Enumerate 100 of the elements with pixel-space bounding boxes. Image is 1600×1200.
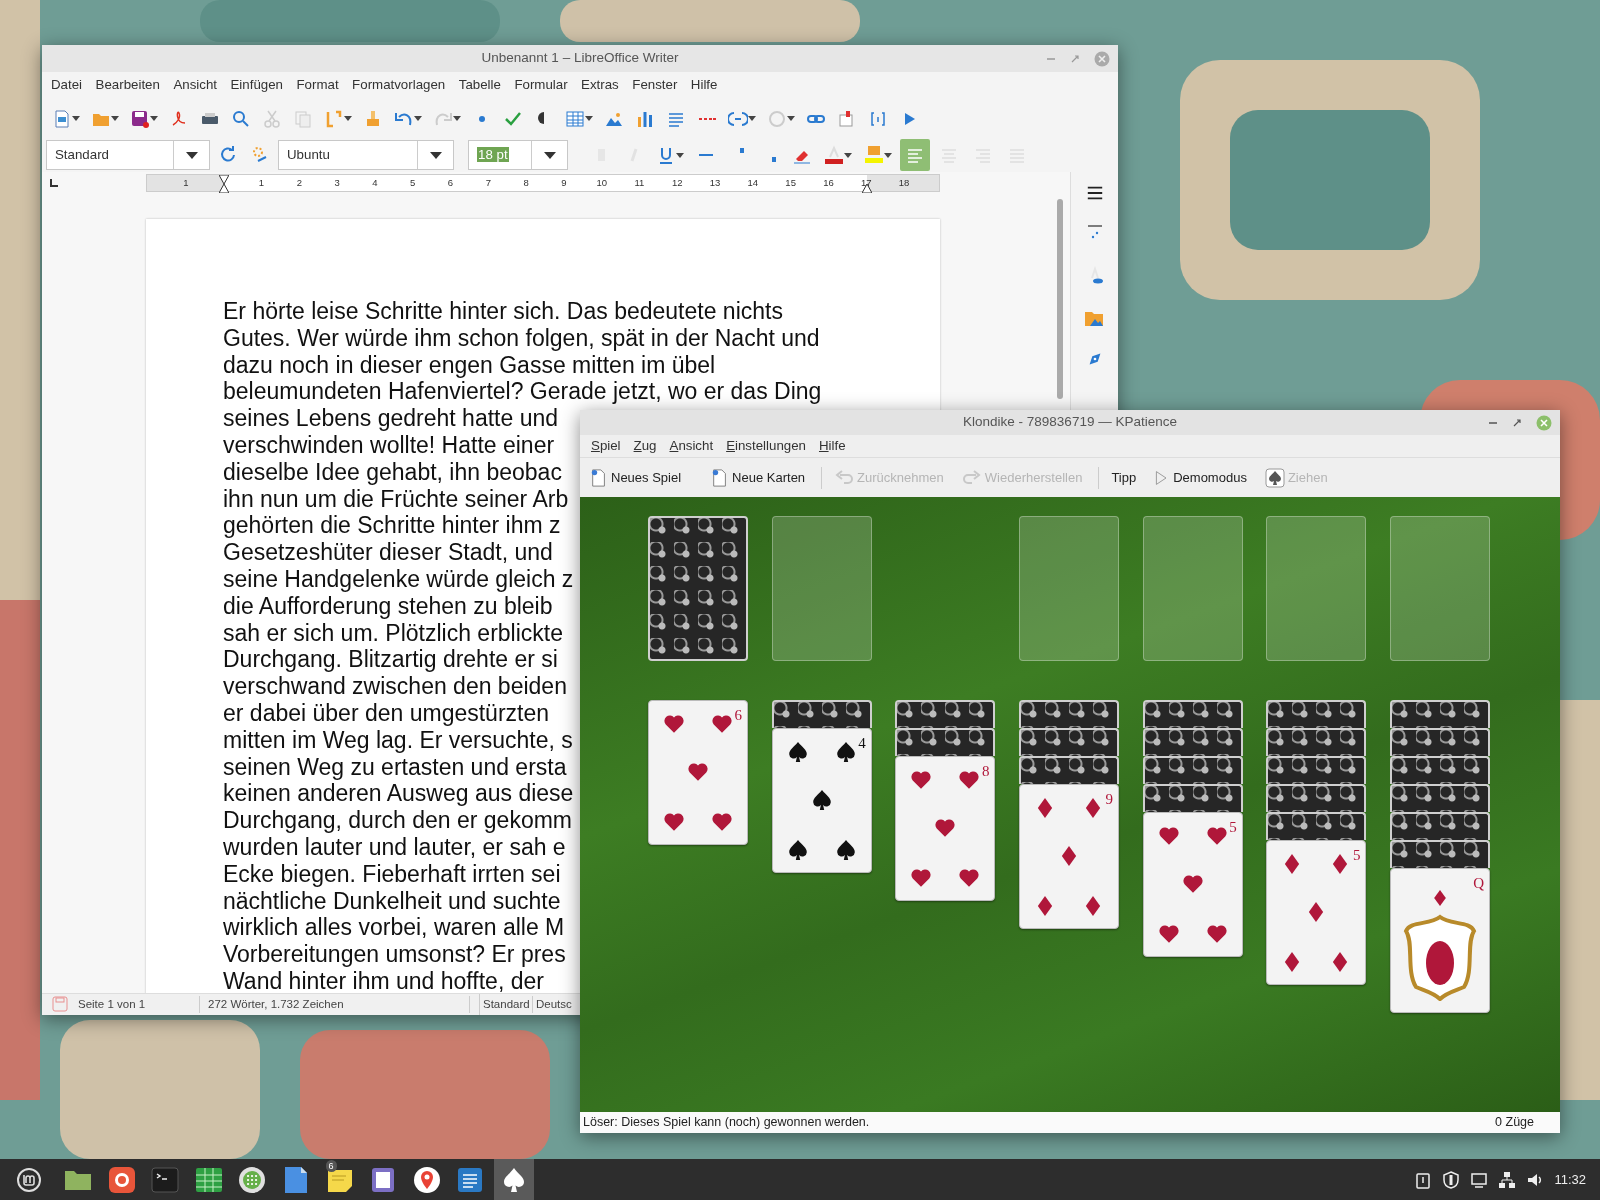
- browser-icon: [106, 1164, 137, 1195]
- card-back[interactable]: [1390, 840, 1491, 868]
- caret-icon[interactable]: [72, 116, 80, 122]
- playing-card[interactable]: 5: [1266, 840, 1367, 985]
- text-line: Durchgang. Blitzartig drehte er si: [223, 646, 558, 674]
- page-style: Standard: [480, 995, 533, 1013]
- ruler-number: 12: [671, 177, 683, 189]
- card-back[interactable]: [1142, 700, 1243, 728]
- card-back[interactable]: [1266, 700, 1367, 728]
- card-back[interactable]: [1019, 700, 1120, 728]
- font-color-icon[interactable]: [824, 145, 844, 166]
- move-count: 0 Züge: [1495, 1114, 1534, 1132]
- scrollbar[interactable]: [1057, 199, 1063, 400]
- tab-stop-icon[interactable]: [50, 179, 58, 188]
- card-back[interactable]: [1019, 728, 1120, 756]
- playing-card[interactable]: 4: [771, 728, 872, 873]
- menu-item[interactable]: Datei: [45, 75, 89, 96]
- caret-icon[interactable]: [844, 152, 852, 158]
- save-icon[interactable]: [130, 108, 150, 129]
- network-icon[interactable]: [1498, 1170, 1517, 1189]
- card-back[interactable]: [895, 728, 996, 756]
- playing-card[interactable]: Q: [1390, 868, 1491, 1013]
- menu-item[interactable]: Fenster: [626, 75, 684, 96]
- menu-item[interactable]: Format: [290, 75, 345, 96]
- caret-icon[interactable]: [453, 116, 461, 122]
- app-icon: [237, 1164, 268, 1195]
- caret-icon[interactable]: [748, 116, 756, 122]
- search-icon[interactable]: [231, 108, 251, 129]
- toolbar-button[interactable]: Tipp: [1105, 465, 1143, 490]
- caret-icon[interactable]: [787, 116, 795, 122]
- text-line: wurden lauter und lauter, er sah e: [223, 834, 566, 861]
- card-back[interactable]: [771, 700, 872, 728]
- menu-item[interactable]: Extras: [575, 75, 625, 96]
- card-back[interactable]: [1142, 756, 1243, 784]
- menu-item[interactable]: Formular: [508, 75, 574, 96]
- menu-item[interactable]: Einstellungen: [720, 436, 812, 456]
- menu-item[interactable]: Bearbeiten: [89, 75, 166, 96]
- playing-card[interactable]: 5: [1142, 812, 1243, 957]
- menu-item[interactable]: Ansicht: [167, 75, 223, 96]
- taskbar-button[interactable]: [493, 1159, 534, 1200]
- shield-icon[interactable]: [1442, 1170, 1461, 1189]
- card-back[interactable]: [1390, 700, 1491, 728]
- toolbar-button[interactable]: Demomodus: [1148, 465, 1253, 490]
- caret-icon[interactable]: [344, 116, 352, 122]
- language: Deutsc: [535, 996, 572, 1012]
- clock[interactable]: 11:32: [1554, 1169, 1586, 1190]
- menu-item[interactable]: Zug: [627, 436, 663, 456]
- caret-icon[interactable]: [111, 116, 119, 122]
- card-back[interactable]: [648, 516, 748, 661]
- menu-item[interactable]: Hilfe: [813, 436, 852, 456]
- toolbar-button[interactable]: Neues Spiel: [584, 465, 688, 490]
- status-message: Löser: Dieses Spiel kann (noch) gewonnen werden.: [583, 1114, 870, 1132]
- playing-card[interactable]: 8: [895, 756, 996, 901]
- text-line: Vorbereitungen umsonst? Er pres: [223, 941, 566, 968]
- menu-item[interactable]: Tabelle: [452, 75, 507, 96]
- heart-icon: [910, 769, 933, 791]
- paragraph-style-field[interactable]: Standard: [46, 140, 210, 171]
- terminal-icon: [150, 1164, 181, 1195]
- card-back[interactable]: [895, 700, 996, 728]
- caret-icon[interactable]: [150, 116, 158, 122]
- card-back[interactable]: [1142, 784, 1243, 812]
- playing-card[interactable]: 6: [648, 700, 748, 845]
- card-back[interactable]: [1266, 728, 1367, 756]
- card-back[interactable]: [1390, 728, 1491, 756]
- card-back[interactable]: [1266, 756, 1367, 784]
- caret-icon[interactable]: [585, 116, 593, 122]
- ruler-number: 18: [898, 177, 910, 189]
- display-icon[interactable]: [1470, 1170, 1489, 1189]
- clipboard-icon[interactable]: [1414, 1170, 1433, 1189]
- map-pin-icon: [411, 1164, 442, 1195]
- spade-icon: [810, 789, 833, 811]
- card-back[interactable]: [1390, 756, 1491, 784]
- menu-item[interactable]: Formatvorlagen: [346, 75, 452, 96]
- caret-icon[interactable]: [676, 152, 684, 158]
- caret-icon[interactable]: [414, 116, 422, 122]
- taskbar-button[interactable]: 6: [319, 1159, 360, 1200]
- menu-item[interactable]: Spiel: [585, 436, 627, 456]
- card-back[interactable]: [1390, 784, 1491, 812]
- heart-icon: [663, 713, 685, 735]
- ruler-number: 6: [447, 177, 454, 189]
- menu-item[interactable]: Hilfe: [684, 75, 724, 96]
- card-back[interactable]: [1266, 812, 1367, 840]
- indent-marker[interactable]: [219, 175, 229, 194]
- menu-item[interactable]: Ansicht: [663, 436, 720, 456]
- font-name-field[interactable]: Ubuntu: [278, 140, 454, 171]
- card-back[interactable]: [1019, 756, 1120, 784]
- text-line: seines Lebens gedreht hatte und: [223, 405, 559, 433]
- text-line: Gutes. Wer würde ihm schon folgen, spät in der Nacht und: [223, 324, 820, 352]
- card-back[interactable]: [1142, 728, 1243, 756]
- card-back[interactable]: [1390, 812, 1491, 840]
- menu-item[interactable]: Einfügen: [224, 75, 289, 96]
- caret-icon[interactable]: [884, 152, 892, 158]
- heart-icon: [1205, 825, 1228, 847]
- playing-card[interactable]: 9: [1019, 784, 1120, 929]
- card-back[interactable]: [1266, 784, 1367, 812]
- indent-marker[interactable]: [862, 184, 872, 194]
- new-document-icon: [590, 467, 608, 488]
- maximize-icon[interactable]: [1512, 417, 1522, 428]
- start-menu-icon[interactable]: [17, 1167, 41, 1192]
- toolbar-button[interactable]: Neue Karten: [705, 465, 812, 490]
